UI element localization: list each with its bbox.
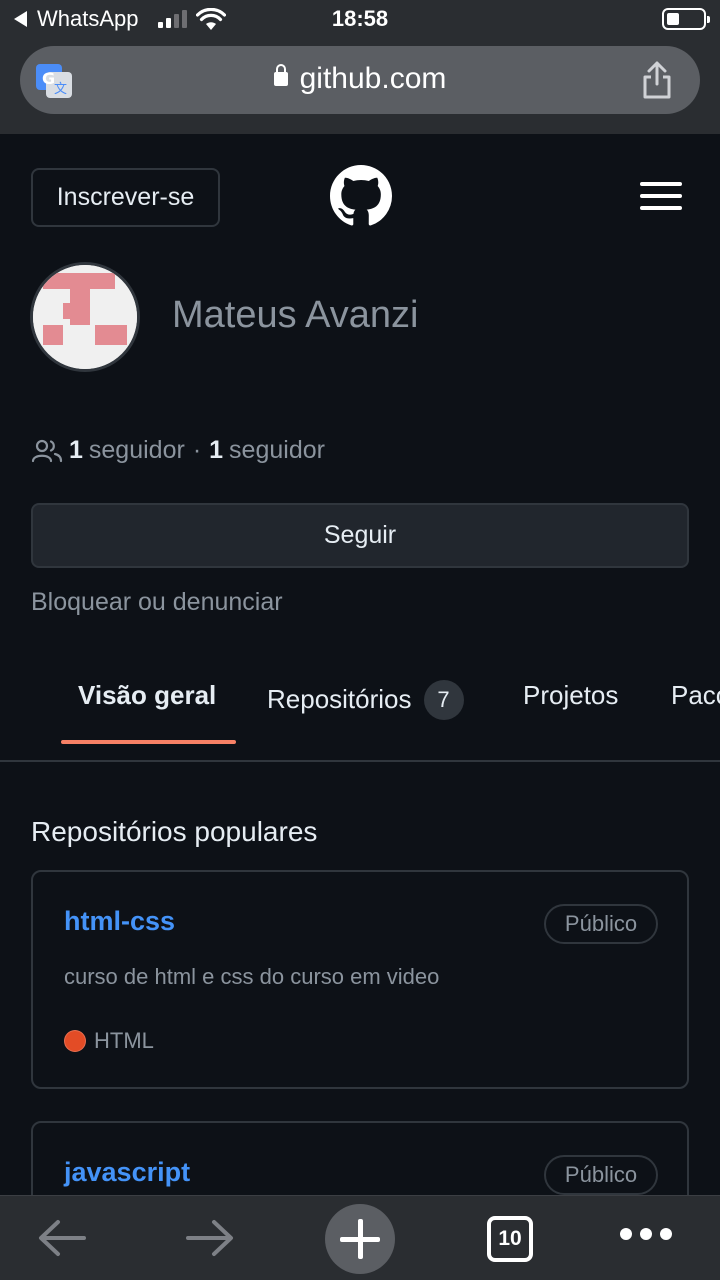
- tab-overview[interactable]: Visão geral: [78, 680, 216, 711]
- lock-icon: [273, 64, 288, 86]
- tab-switcher-icon[interactable]: 10: [487, 1216, 533, 1262]
- github-logo-icon[interactable]: [330, 165, 392, 227]
- tab-projects-label: Projetos: [523, 680, 619, 710]
- visibility-badge: Público: [544, 904, 658, 944]
- repo-name-link[interactable]: javascript: [64, 1157, 190, 1188]
- tab-packages-label: Pacotes: [671, 680, 720, 710]
- url-display[interactable]: github.com: [20, 62, 700, 96]
- repositories-count-badge: 7: [423, 680, 464, 720]
- followers-count[interactable]: 1: [69, 436, 83, 465]
- identicon-image: [33, 265, 137, 369]
- following-label[interactable]: seguidor: [229, 436, 325, 465]
- more-menu-icon[interactable]: [620, 1228, 672, 1240]
- avatar: [30, 262, 140, 372]
- browser-chrome: WhatsApp 18:58 G 文 github.com: [0, 0, 720, 134]
- status-bar: WhatsApp 18:58: [0, 0, 720, 40]
- block-or-report-link[interactable]: Bloquear ou denunciar: [31, 588, 283, 617]
- profile-tabs: Visão geral Repositórios 7 Projetos Pacot…: [0, 660, 720, 762]
- repo-language-label: HTML: [94, 1028, 154, 1053]
- browser-toolbar: 10: [0, 1195, 720, 1280]
- forward-icon[interactable]: [184, 1218, 236, 1258]
- following-count[interactable]: 1: [209, 436, 223, 465]
- language-color-dot: [64, 1030, 86, 1052]
- repo-name-link[interactable]: html-css: [64, 906, 175, 937]
- people-icon: [31, 439, 63, 462]
- clock: 18:58: [331, 6, 389, 31]
- follow-button[interactable]: Seguir: [31, 503, 689, 568]
- address-bar[interactable]: G 文 github.com: [20, 46, 700, 114]
- profile-name: Mateus Avanzi: [172, 294, 419, 336]
- tab-repositories[interactable]: Repositórios 7: [267, 680, 464, 720]
- tab-packages[interactable]: Pacotes: [671, 680, 720, 711]
- repo-description: curso de html e css do curso em video: [64, 964, 440, 989]
- tab-projects[interactable]: Projetos: [523, 680, 618, 711]
- share-icon[interactable]: [640, 60, 674, 100]
- tab-repositories-label: Repositórios: [267, 684, 412, 714]
- visibility-badge: Público: [544, 1155, 658, 1195]
- tab-overview-label: Visão geral: [78, 680, 217, 710]
- followers-row: 1 seguidor · 1 seguidor: [31, 436, 325, 465]
- repo-card: html-css Público curso de html e css do …: [31, 870, 689, 1089]
- separator: ·: [192, 436, 202, 464]
- menu-hamburger-icon[interactable]: [640, 182, 682, 212]
- battery-icon: [662, 8, 710, 30]
- back-icon[interactable]: [36, 1218, 88, 1258]
- repo-language: HTML: [64, 1028, 154, 1054]
- new-tab-plus-icon[interactable]: [325, 1204, 395, 1274]
- popular-repos-title: Repositórios populares: [31, 816, 318, 847]
- active-tab-indicator: [61, 740, 236, 744]
- url-text: github.com: [299, 62, 447, 95]
- followers-label[interactable]: seguidor: [89, 436, 185, 465]
- signup-button[interactable]: Inscrever-se: [31, 168, 220, 227]
